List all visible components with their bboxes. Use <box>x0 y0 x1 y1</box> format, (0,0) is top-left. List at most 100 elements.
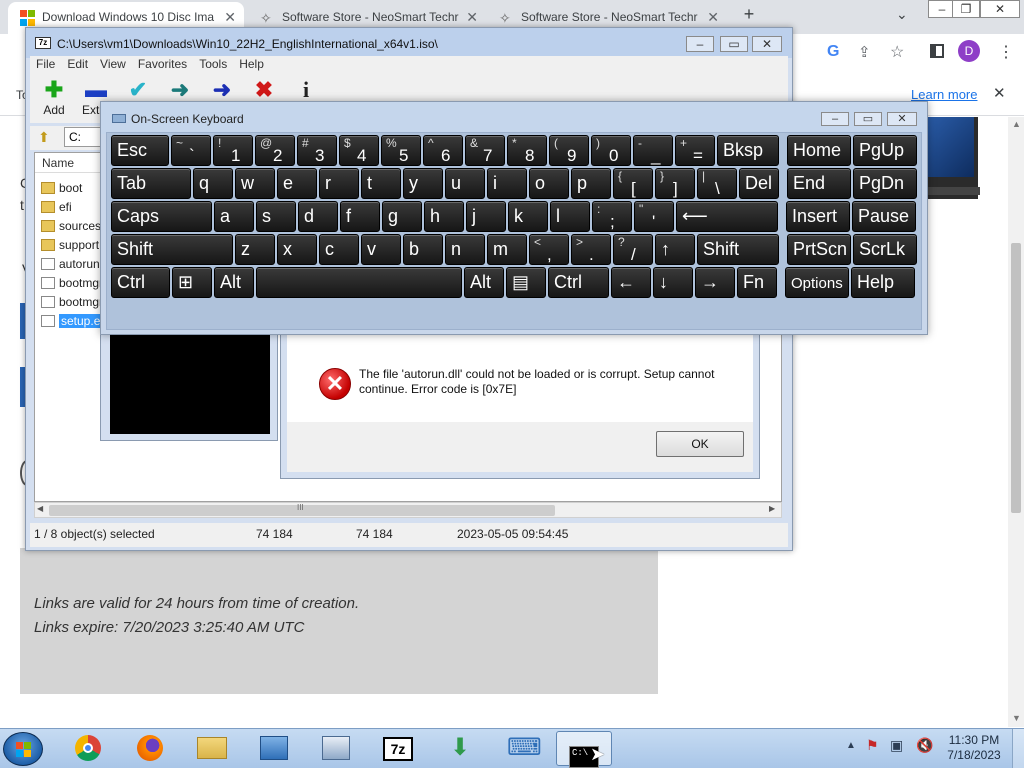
key-bksp[interactable]: Bksp <box>717 135 779 166</box>
start-button[interactable] <box>3 732 43 766</box>
minimize-button[interactable]: – <box>686 36 714 52</box>
key-esc[interactable]: Esc <box>111 135 169 166</box>
key-symbol-3-8[interactable]: <, <box>529 234 569 265</box>
key-4[interactable]: $4 <box>339 135 379 166</box>
key-6[interactable]: ^ 6 <box>423 135 463 166</box>
key-2[interactable]: @2 <box>255 135 295 166</box>
key-symbol-0-1[interactable]: ~ ` <box>171 135 211 166</box>
key-symbol-3-10[interactable]: ? / <box>613 234 653 265</box>
key-symbol-4-5[interactable]: ▤ <box>506 267 546 298</box>
menu-favorites[interactable]: Favorites <box>132 56 193 72</box>
taskbar-explorer[interactable] <box>184 731 240 766</box>
add-button[interactable]: ✚ Add <box>34 77 74 121</box>
taskbar-chrome[interactable] <box>60 731 116 766</box>
key-symbol-2-11[interactable]: " ' <box>634 201 674 232</box>
tab-search-icon[interactable]: ⌄ <box>896 6 908 23</box>
key-7[interactable]: & 7 <box>465 135 505 166</box>
key-n[interactable]: n <box>445 234 485 265</box>
key-q[interactable]: q <box>193 168 233 199</box>
key-9[interactable]: (9 <box>549 135 589 166</box>
key-help[interactable]: Help <box>851 267 915 298</box>
menu-help[interactable]: Help <box>233 56 270 72</box>
new-tab-button[interactable]: + <box>739 4 759 28</box>
key-symbol-2-12[interactable]: ⟵ <box>676 201 778 232</box>
key-c[interactable]: c <box>319 234 359 265</box>
maximize-button[interactable]: ▭ <box>720 36 748 52</box>
list-item[interactable]: sources <box>41 217 107 235</box>
key-pause[interactable]: Pause <box>852 201 916 232</box>
key-v[interactable]: v <box>361 234 401 265</box>
key-del[interactable]: Del <box>739 168 779 199</box>
key-g[interactable]: g <box>382 201 422 232</box>
scroll-left-icon[interactable]: ◀ <box>37 504 43 513</box>
key-e[interactable]: e <box>277 168 317 199</box>
key-symbol-3-9[interactable]: >. <box>571 234 611 265</box>
key-x[interactable]: x <box>277 234 317 265</box>
key-symbol-4-9[interactable]: → <box>695 267 735 298</box>
taskbar-control-panel[interactable] <box>246 731 302 766</box>
show-desktop-button[interactable] <box>1012 729 1024 768</box>
key-fn[interactable]: Fn <box>737 267 777 298</box>
key-l[interactable]: l <box>550 201 590 232</box>
key-0[interactable]: ) 0 <box>591 135 631 166</box>
key-k[interactable]: k <box>508 201 548 232</box>
key-u[interactable]: u <box>445 168 485 199</box>
taskbar-firefox[interactable] <box>122 731 178 766</box>
key-y[interactable]: y <box>403 168 443 199</box>
key-3[interactable]: #3 <box>297 135 337 166</box>
list-item[interactable]: bootmgr <box>41 293 107 311</box>
scroll-down-icon[interactable]: ▼ <box>1012 713 1021 723</box>
maximize-button[interactable]: ❐ <box>952 0 980 18</box>
key-ctrl[interactable]: Ctrl <box>548 267 609 298</box>
close-window-button[interactable]: ✕ <box>980 0 1020 18</box>
key-8[interactable]: * 8 <box>507 135 547 166</box>
key-p[interactable]: p <box>571 168 611 199</box>
ok-button[interactable]: OK <box>656 431 744 457</box>
list-item-selected[interactable]: setup.exe <box>41 312 107 330</box>
side-panel-icon[interactable] <box>930 44 944 58</box>
key-symbol-1-11[interactable]: {[ <box>613 168 653 199</box>
path-input[interactable]: C: <box>64 127 104 147</box>
key-options[interactable]: Options <box>785 267 849 298</box>
taskbar-7zip[interactable]: 7z <box>370 731 426 766</box>
key-s[interactable]: s <box>256 201 296 232</box>
taskbar-computer[interactable] <box>308 731 364 766</box>
key-symbol-4-7[interactable]: ← <box>611 267 651 298</box>
key-5[interactable]: % 5 <box>381 135 421 166</box>
key-w[interactable]: w <box>235 168 275 199</box>
taskbar-keyboard[interactable]: ⌨ <box>494 731 550 766</box>
key-i[interactable]: i <box>487 168 527 199</box>
key-pgup[interactable]: PgUp <box>853 135 917 166</box>
close-window-button[interactable]: ✕ <box>887 112 917 126</box>
key-symbol-1-12[interactable]: }] <box>655 168 695 199</box>
key-symbol-2-10[interactable]: :; <box>592 201 632 232</box>
scrollbar-thumb[interactable]: III <box>49 503 555 516</box>
key-a[interactable]: a <box>214 201 254 232</box>
taskbar-clock[interactable]: 11:30 PM 7/18/2023 <box>940 733 1008 763</box>
menu-edit[interactable]: Edit <box>61 56 94 72</box>
menu-view[interactable]: View <box>94 56 132 72</box>
key-shift[interactable]: Shift <box>111 234 233 265</box>
key-symbol-4-8[interactable]: ↓ <box>653 267 693 298</box>
close-window-button[interactable]: ✕ <box>752 36 782 52</box>
key-z[interactable]: z <box>235 234 275 265</box>
menu-file[interactable]: File <box>30 56 61 72</box>
kebab-menu-icon[interactable]: ⋮ <box>998 42 1014 62</box>
key-1[interactable]: ! 1 <box>213 135 253 166</box>
osk-titlebar[interactable]: On-Screen Keyboard – ▭ ✕ <box>101 102 927 134</box>
key-symbol-3-11[interactable]: ↑ <box>655 234 695 265</box>
menu-tools[interactable]: Tools <box>193 56 233 72</box>
key-pgdn[interactable]: PgDn <box>853 168 917 199</box>
list-item[interactable]: boot <box>41 179 107 197</box>
profile-avatar[interactable]: D <box>958 40 980 62</box>
horizontal-scrollbar[interactable]: ◀ III ▶ <box>34 502 782 518</box>
list-item[interactable]: efi <box>41 198 107 216</box>
scroll-right-icon[interactable]: ▶ <box>769 504 775 513</box>
google-icon[interactable]: G <box>827 43 839 61</box>
volume-muted-icon[interactable]: 🔇 <box>916 737 933 754</box>
key-home[interactable]: Home <box>787 135 851 166</box>
page-scrollbar[interactable]: ▲ ▼ <box>1008 117 1024 727</box>
key-d[interactable]: d <box>298 201 338 232</box>
key-space[interactable] <box>256 267 462 298</box>
infobar-close-icon[interactable]: ✕ <box>993 84 1006 102</box>
